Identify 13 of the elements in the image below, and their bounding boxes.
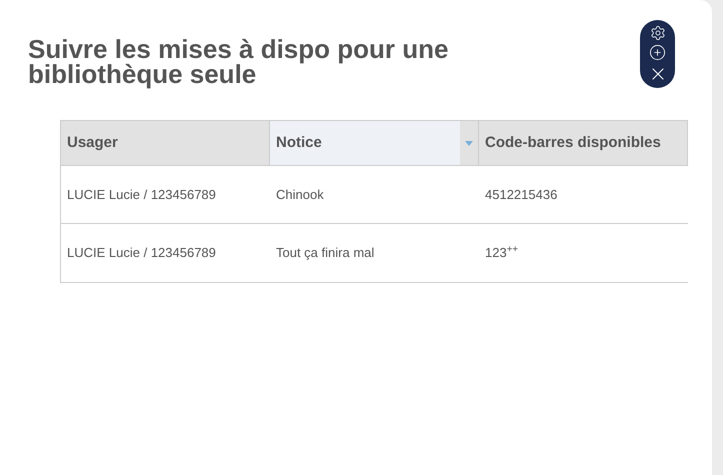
table-cell-text: 4512215436 [485,186,558,204]
table-cell-text: Chinook [276,186,324,204]
settings-icon [650,24,666,40]
add-button[interactable] [649,44,666,60]
column-header[interactable]: Code-barres disponibles [479,121,688,165]
table-cell-text: LUCIE Lucie / 123456789 [67,186,216,204]
plus-circle-icon [649,44,666,60]
table-cell-text: Tout ça finira mal [276,244,374,262]
table-cell-text: 123$^{++}$ [485,243,518,262]
table-cell-text: LUCIE Lucie / 123456789 [67,244,216,262]
page-title: Suivre les mises à dispo pour une bibliothèque seule [28,37,450,88]
settings-button[interactable] [650,24,666,40]
column-header[interactable]: Notice [270,121,479,165]
